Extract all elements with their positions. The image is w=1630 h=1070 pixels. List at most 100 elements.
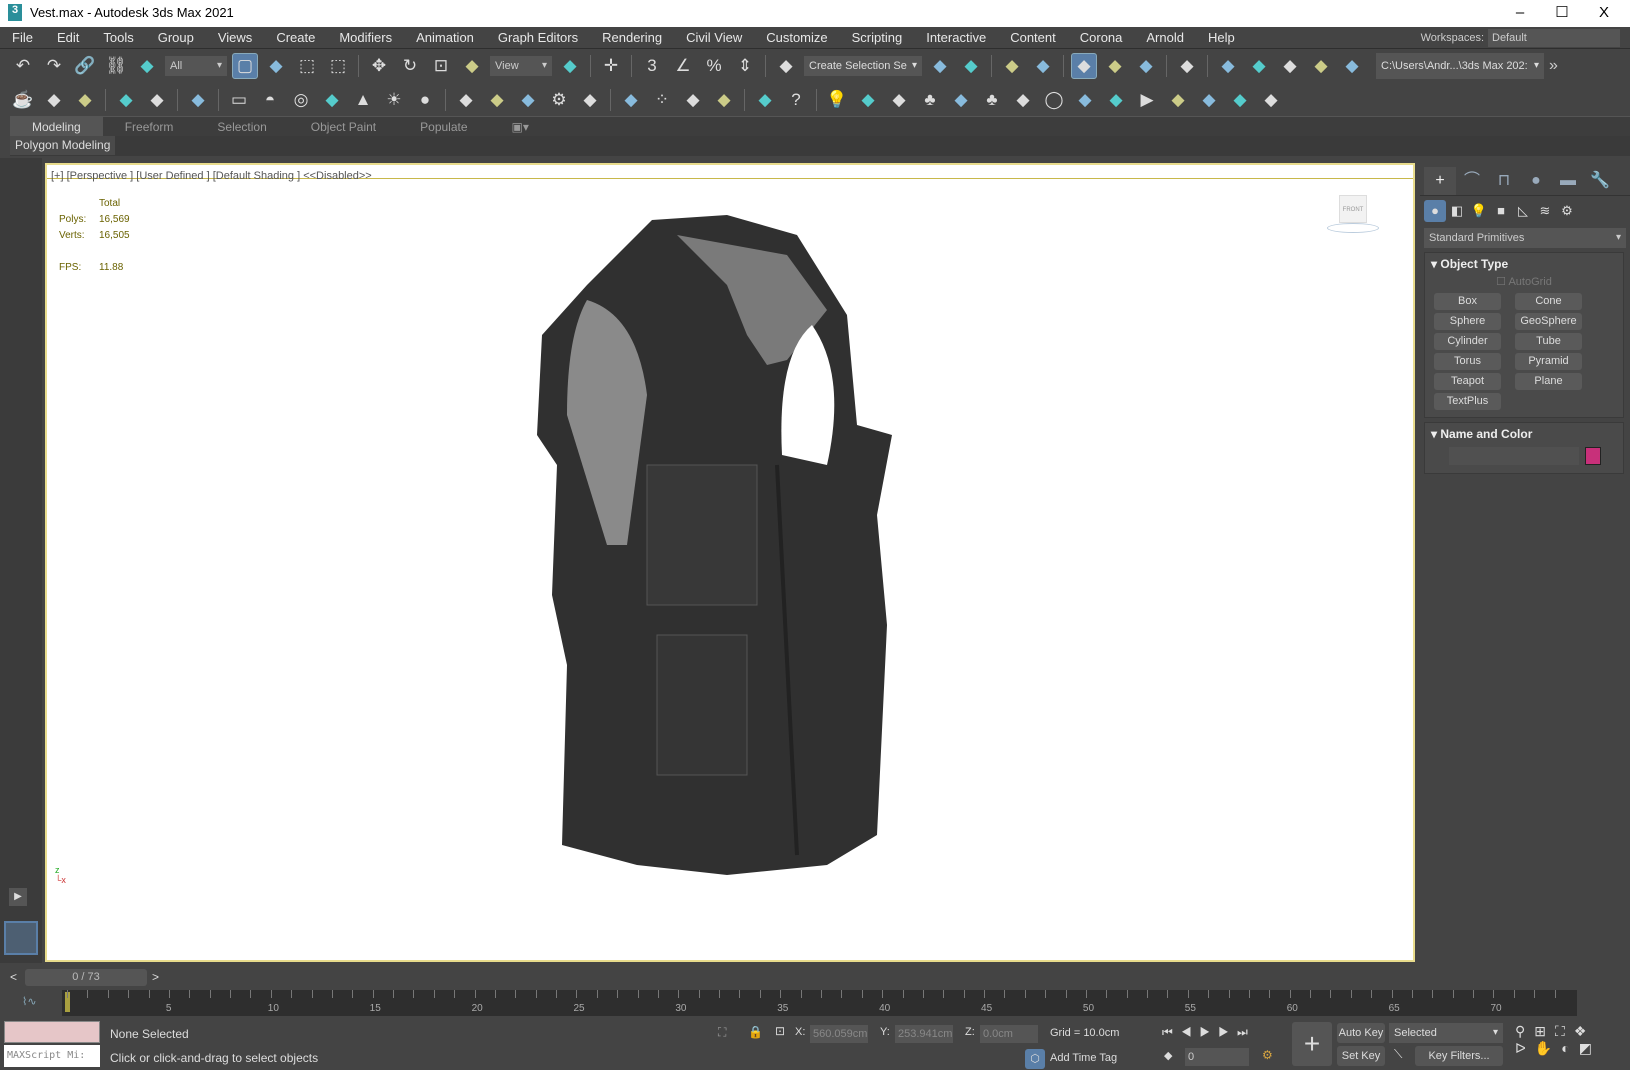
viewcube-face[interactable]: FRONT	[1339, 195, 1367, 223]
ribbon-tab-populate[interactable]: Populate	[398, 117, 489, 137]
x-coordinate-field[interactable]: 560.059cm	[810, 1025, 868, 1043]
autogrid-checkbox[interactable]: ☐ AutoGrid	[1425, 275, 1623, 288]
material-icon[interactable]: ◆	[711, 87, 737, 113]
camera-film-icon[interactable]: ◆	[185, 87, 211, 113]
create-cylinder-button[interactable]: Cylinder	[1434, 333, 1501, 350]
grass-icon[interactable]: ◆	[577, 87, 603, 113]
render-cloud-icon[interactable]: ◆	[1308, 53, 1334, 79]
modify-icon[interactable]: ⌒	[1456, 167, 1488, 195]
window-crossing-icon[interactable]: ⬚	[325, 53, 351, 79]
placement-icon[interactable]: ◆	[459, 53, 485, 79]
perspective-viewport[interactable]: [+] [Perspective ] [User Defined ] [Defa…	[45, 163, 1415, 962]
layer-explorer-icon[interactable]: ◆	[1030, 53, 1056, 79]
render-frame-icon[interactable]: ◆	[1215, 53, 1241, 79]
shapes-icon[interactable]: ◧	[1446, 200, 1468, 222]
render-setup-icon[interactable]: ◆	[1174, 53, 1200, 79]
create-sphere-button[interactable]: Sphere	[1434, 313, 1501, 330]
sun-light-icon[interactable]: ◆	[855, 87, 881, 113]
menu-customize[interactable]: Customize	[754, 27, 839, 49]
truss-icon[interactable]: ◆	[515, 87, 541, 113]
move-icon[interactable]: ✥	[366, 53, 392, 79]
cone-icon[interactable]: ▲	[350, 87, 376, 113]
key-filters-button[interactable]: Key Filters...	[1415, 1046, 1503, 1066]
scale-icon[interactable]: ⊡	[428, 53, 454, 79]
menu-graph-editors[interactable]: Graph Editors	[486, 27, 590, 49]
menu-views[interactable]: Views	[206, 27, 264, 49]
object-type-header[interactable]: ▾ Object Type	[1425, 253, 1623, 275]
snap-3d-icon[interactable]: 3	[639, 53, 665, 79]
tree-icon[interactable]: ♣	[979, 87, 1005, 113]
layers-icon[interactable]: ◆	[1072, 87, 1098, 113]
dome-icon[interactable]: ◓	[257, 87, 283, 113]
render-window-icon[interactable]: ◆	[72, 87, 98, 113]
named-selection-dropdown[interactable]: Create Selection Se	[804, 56, 922, 76]
ribbon-tab-selection[interactable]: Selection	[195, 117, 288, 137]
key-mode-toggle-icon[interactable]: ◆	[1164, 1049, 1172, 1062]
auto-key-button[interactable]: Auto Key	[1337, 1023, 1385, 1043]
particles-icon[interactable]: ◆	[453, 87, 479, 113]
project-folder-dropdown[interactable]: C:\Users\Andr...\3ds Max 202:	[1376, 53, 1544, 79]
plane-icon[interactable]: ▭	[226, 87, 252, 113]
menu-corona[interactable]: Corona	[1068, 27, 1135, 49]
link-icon[interactable]: 🔗	[72, 53, 98, 79]
zoom-all-icon[interactable]: ⊞	[1534, 1023, 1555, 1039]
helpers-icon[interactable]: ◺	[1512, 200, 1534, 222]
systems-icon[interactable]: ⚙	[1556, 200, 1578, 222]
orbit-icon[interactable]: ◐	[1561, 1040, 1578, 1056]
menu-scripting[interactable]: Scripting	[840, 27, 915, 49]
ribbon-tab-object-paint[interactable]: Object Paint	[289, 117, 398, 137]
menu-modifiers[interactable]: Modifiers	[327, 27, 404, 49]
unlink-icon[interactable]: ⛓	[103, 53, 129, 79]
help-icon[interactable]: ?	[783, 87, 809, 113]
bulb-icon[interactable]: ◆	[1258, 87, 1284, 113]
expand-layout-icon[interactable]: ▶	[9, 888, 27, 906]
create-plane-button[interactable]: Plane	[1515, 373, 1582, 390]
teapot2-icon[interactable]: ◆	[319, 87, 345, 113]
go-to-start-icon[interactable]: ⏮	[1162, 1025, 1181, 1039]
photo-icon[interactable]: ◆	[680, 87, 706, 113]
z-coordinate-field[interactable]: 0.0cm	[980, 1025, 1038, 1043]
menu-interactive[interactable]: Interactive	[914, 27, 998, 49]
trees-icon[interactable]: ♣	[917, 87, 943, 113]
minimize-button[interactable]: –	[1500, 2, 1540, 24]
set-key-big-button[interactable]: +	[1292, 1022, 1332, 1066]
viewport-label-menu[interactable]: [+] [Perspective ] [User Defined ] [Defa…	[51, 170, 372, 182]
pan-icon[interactable]: ✋	[1535, 1040, 1561, 1056]
time-config-icon[interactable]: ⚙	[1262, 1048, 1273, 1062]
fov-icon[interactable]: ᐅ	[1515, 1040, 1535, 1056]
maximize-viewport-icon[interactable]: ◩	[1579, 1040, 1601, 1056]
ribbon-tab-freeform[interactable]: Freeform	[103, 117, 196, 137]
menu-group[interactable]: Group	[146, 27, 206, 49]
clipboard-icon[interactable]: ◆	[752, 87, 778, 113]
create-cone-button[interactable]: Cone	[1515, 293, 1582, 310]
previous-frame-icon[interactable]: ◀	[1181, 1025, 1200, 1039]
geometry-icon[interactable]: ●	[1424, 200, 1446, 222]
time-slider-prev[interactable]: <	[10, 970, 17, 984]
create-icon[interactable]: +	[1424, 167, 1456, 195]
mirror-icon[interactable]: ◆	[927, 53, 953, 79]
a360-gallery-icon[interactable]: ◆	[1339, 53, 1365, 79]
time-slider-next[interactable]: >	[152, 970, 159, 984]
align-icon[interactable]: ◆	[958, 53, 984, 79]
object-color-swatch[interactable]	[1585, 447, 1601, 465]
spacewarps-icon[interactable]: ≋	[1534, 200, 1556, 222]
angle-snap-icon[interactable]: ∠	[670, 53, 696, 79]
menu-help[interactable]: Help	[1196, 27, 1247, 49]
ribbon-options-icon[interactable]: ▣▾	[490, 117, 551, 137]
utilities-icon[interactable]: 🔧	[1584, 167, 1616, 195]
teapot3-icon[interactable]: ◆	[1227, 87, 1253, 113]
object-name-field[interactable]	[1449, 447, 1579, 465]
default-tangent-icon[interactable]: ⟍	[1394, 1047, 1402, 1062]
create-pyramid-button[interactable]: Pyramid	[1515, 353, 1582, 370]
menu-content[interactable]: Content	[998, 27, 1068, 49]
y-coordinate-field[interactable]: 253.941cm	[895, 1025, 953, 1043]
undo-icon[interactable]: ↶	[10, 53, 36, 79]
render-icon[interactable]: ◆	[1246, 53, 1272, 79]
primitive-category-dropdown[interactable]: Standard Primitives	[1424, 228, 1626, 248]
rotate-icon[interactable]: ↻	[397, 53, 423, 79]
render-iterative-icon[interactable]: ◆	[1277, 53, 1303, 79]
absolute-mode-icon[interactable]: ⊡	[775, 1024, 785, 1038]
go-to-end-icon[interactable]: ⏭	[1237, 1025, 1256, 1039]
edit-named-sel-icon[interactable]: ◆	[773, 53, 799, 79]
camera-add-icon[interactable]: ◆	[1165, 87, 1191, 113]
